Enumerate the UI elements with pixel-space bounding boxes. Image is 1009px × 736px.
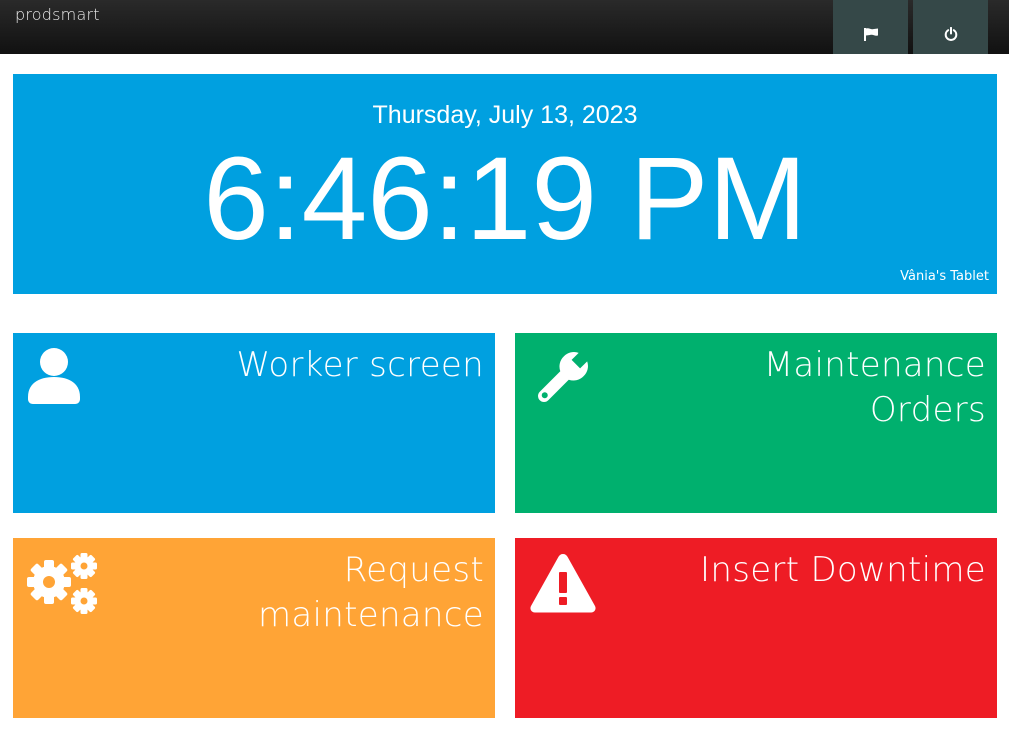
insert-downtime-label: Insert Downtime xyxy=(700,550,986,590)
wrench-icon xyxy=(529,347,593,416)
request-maintenance-label: Request maintenance xyxy=(257,550,484,635)
brand-logo: prodsmart xyxy=(15,5,100,24)
worker-screen-tile[interactable]: Worker screen xyxy=(13,333,495,513)
top-bar: prodsmart xyxy=(0,0,1009,54)
clock-time: 6:46:19 PM xyxy=(203,133,807,265)
flag-button[interactable] xyxy=(833,0,908,54)
worker-screen-label: Worker screen xyxy=(236,345,484,385)
maintenance-orders-label: Maintenance Orders xyxy=(763,345,986,430)
insert-downtime-tile[interactable]: Insert Downtime xyxy=(515,538,997,718)
user-icon xyxy=(27,347,81,410)
request-maintenance-tile[interactable]: Request maintenance xyxy=(13,538,495,718)
flag-icon xyxy=(863,14,878,41)
power-button[interactable] xyxy=(913,0,988,54)
clock-panel: Thursday, July 13, 2023 6:46:19 PM Vânia… xyxy=(13,74,997,294)
gears-icon xyxy=(27,552,99,621)
power-icon xyxy=(944,13,958,41)
maintenance-orders-tile[interactable]: Maintenance Orders xyxy=(515,333,997,513)
warning-icon xyxy=(529,552,597,619)
device-name: Vânia's Tablet xyxy=(900,269,989,284)
clock-date: Thursday, July 13, 2023 xyxy=(372,101,638,129)
